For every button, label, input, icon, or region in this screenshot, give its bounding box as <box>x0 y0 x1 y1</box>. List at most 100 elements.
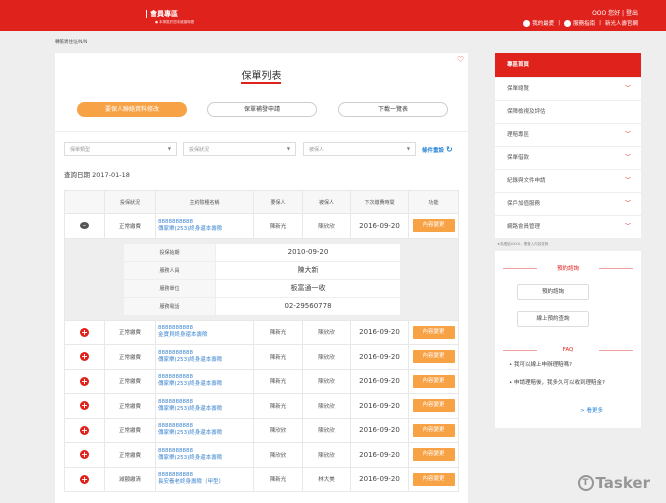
chevron-down-icon: ﹀ <box>624 223 631 230</box>
col-header-next-pay: 下次繳費時間 <box>350 190 409 214</box>
edit-content-button[interactable]: 內容變更 <box>412 448 455 462</box>
policy-name-link[interactable]: 8888888888 傳家樂(253)終身還本壽險 <box>155 344 254 370</box>
insured-cell: 陳欣欣 <box>302 368 351 394</box>
sidebar-note: ★為連結XXXX，需登入內容查詢 <box>497 242 549 246</box>
sidebar-item[interactable]: 理賠專區 ﹀ <box>495 124 641 146</box>
sidebar-item[interactable]: 保單借款 ﹀ <box>495 147 641 169</box>
edit-content-button[interactable]: 內容變更 <box>412 472 455 486</box>
holder-cell: 陳新光 <box>253 319 303 345</box>
expand-icon[interactable]: + <box>80 401 89 411</box>
policy-name: 金寶貝終身還本壽險 <box>158 332 208 339</box>
col-header <box>64 190 105 214</box>
insured-cell: 陳欣欣 <box>302 393 351 419</box>
logo[interactable] <box>55 8 135 22</box>
policy-name-link[interactable]: 8888888888 長安養老終身壽險（甲型） <box>155 466 254 492</box>
policy-name: 傳家樂(253)終身還本壽險 <box>158 225 223 232</box>
expand-icon[interactable]: + <box>80 450 89 460</box>
official-site-link[interactable]: 新光人壽官網 <box>605 19 638 27</box>
holder-cell: 陳新光 <box>253 213 303 239</box>
greeting: OOO 您好 <box>592 10 621 17</box>
detail-row: 投保始期 2010-09-20 服務人員 陳大新 服務單位 板富通一收 服務電話 02-… <box>64 237 459 321</box>
edit-content-button[interactable]: 內容變更 <box>412 350 455 364</box>
sidebar-item-label: 紀錄與文件申請 <box>507 178 546 184</box>
faq-item[interactable]: • 我可以線上申辦理賠嗎? <box>509 361 624 370</box>
edit-content-button[interactable]: 內容變更 <box>412 219 455 233</box>
col-header-holder: 要保人 <box>253 190 303 214</box>
watermark-logo: T Tasker <box>577 474 651 492</box>
insured-cell: 陳欣欣 <box>302 442 351 468</box>
sidebar-item[interactable]: 網路會員管理 ﹀ <box>495 216 641 238</box>
sidebar-item[interactable]: 保單總覽 ﹀ <box>495 78 641 100</box>
sidebar-item-label: 保單借款 <box>507 155 530 161</box>
table-row: + 正常繳費 8888888888 傳家樂(253)終身還本壽險 陳欣欣 陳欣欣 … <box>64 442 459 468</box>
detail-label: 服務單位 <box>123 278 216 298</box>
reset-filters-button[interactable]: 條件重設 ↻ <box>422 145 453 154</box>
next-pay-cell: 2016-09-20 <box>350 417 409 443</box>
user-area: OOO 您好 | 登出 <box>592 10 638 17</box>
policy-number: 8888888888 <box>158 218 193 225</box>
collapse-icon[interactable]: – <box>80 222 89 230</box>
logout-link[interactable]: 登出 <box>626 10 638 17</box>
service-guide-label: 服務指南 <box>573 21 596 27</box>
insured-cell: 陳欣欣 <box>302 319 351 345</box>
policy-number: 8888888888 <box>158 447 193 454</box>
favorites-link[interactable]: 我的最愛 <box>523 19 554 27</box>
sidebar-item[interactable]: 保戶加值服務 ﹀ <box>495 193 641 215</box>
booking-heading: 預約諮詢 <box>503 264 633 272</box>
insured-select[interactable]: 被保人 ▼ <box>303 142 416 156</box>
tasker-logo-icon: T <box>577 475 594 491</box>
policy-number: 8888888888 <box>158 349 193 356</box>
next-pay-cell: 2016-09-20 <box>350 442 409 468</box>
expand-icon[interactable]: + <box>80 352 89 362</box>
favorites-label: 我的最愛 <box>532 21 555 27</box>
chevron-down-icon: ﹀ <box>624 177 631 184</box>
refresh-icon: ↻ <box>445 145 453 154</box>
edit-contact-button[interactable]: 要保人聯絡資料修改 <box>77 102 187 117</box>
favorite-heart-icon[interactable]: ♡ <box>457 55 464 64</box>
booking-button[interactable]: 預約諮詢 <box>517 284 589 300</box>
policy-name-link[interactable]: 8888888888 傳家樂(253)終身還本壽險 <box>155 368 254 394</box>
section-title: 會員專區 <box>146 10 178 18</box>
policy-status-select[interactable]: 投保狀況 ▼ <box>183 142 296 156</box>
edit-content-button[interactable]: 內容變更 <box>412 374 455 388</box>
header-links: 我的最愛 | 服務指南 | 新光人壽官網 <box>523 19 638 27</box>
expand-icon[interactable]: + <box>80 425 89 435</box>
policy-name-link[interactable]: 8888888888 傳家樂(253)終身還本壽險 <box>155 393 254 419</box>
online-booking-query-button[interactable]: 線上預約查詢 <box>517 311 589 327</box>
insured-cell: 陳欣欣 <box>302 417 351 443</box>
col-header-status: 投保狀況 <box>104 190 156 214</box>
sidebar-item[interactable]: 保障檢視及評估 <box>495 101 641 123</box>
table-row: + 正常繳費 8888888888 傳家樂(253)終身還本壽險 陳新光 陳欣欣 … <box>64 368 459 394</box>
service-guide-link[interactable]: 服務指南 <box>564 19 595 27</box>
holder-cell: 陳新光 <box>253 368 303 394</box>
download-list-button[interactable]: 下載一覽表 <box>338 102 448 117</box>
expand-icon[interactable]: + <box>80 376 89 386</box>
next-pay-cell: 2016-09-20 <box>350 368 409 394</box>
edit-content-button[interactable]: 內容變更 <box>412 325 455 339</box>
policy-name-link[interactable]: 8888888888 傳家樂(253)終身還本壽險 <box>155 213 254 239</box>
title-underline <box>241 82 281 84</box>
faq-text: 我可以線上申辦理賠嗎? <box>514 362 572 368</box>
policy-type-select[interactable]: 保單類型 ▼ <box>64 142 177 156</box>
status-cell: 減額繳清 <box>104 466 156 492</box>
next-pay-cell: 2016-09-20 <box>350 213 409 239</box>
sidebar-item-label: 保戶加值服務 <box>507 201 541 207</box>
insured-cell: 林大美 <box>302 466 351 492</box>
policy-name-link[interactable]: 8888888888 傳家樂(253)終身還本壽險 <box>155 417 254 443</box>
sidebar: 專區首頁 保單總覽 ﹀ 保障檢視及評估 理賠專區 ﹀ 保單借款 ﹀ 紀錄與文件申請 ﹀ 保戶加值服… <box>495 53 641 428</box>
table-row: + 正常繳費 8888888888 傳家樂(253)終身還本壽險 陳新光 陳欣欣 … <box>64 344 459 370</box>
watermark-text: Tasker <box>595 474 651 492</box>
expand-icon[interactable]: + <box>80 474 89 484</box>
policy-name-link[interactable]: 8888888888 傳家樂(253)終身還本壽險 <box>155 442 254 468</box>
policy-table: 投保狀況 主約險種名稱 要保人 被保人 下次繳費時間 功能 – 正常繳費 888… <box>64 190 459 492</box>
reissue-policy-button[interactable]: 保單補發申請 <box>207 102 317 117</box>
policy-name-link[interactable]: 8888888888 金寶貝終身還本壽險 <box>155 319 254 345</box>
faq-item[interactable]: • 申請理賠後，我多久可以收到理賠金? <box>509 379 624 388</box>
see-more-link[interactable]: > 看更多 <box>580 406 603 414</box>
edit-content-button[interactable]: 內容變更 <box>412 423 455 437</box>
sidebar-home[interactable]: 專區首頁 <box>495 53 641 77</box>
edit-content-button[interactable]: 內容變更 <box>412 399 455 413</box>
sidebar-item[interactable]: 紀錄與文件申請 ﹀ <box>495 170 641 192</box>
expand-icon[interactable]: + <box>80 327 89 337</box>
col-header-name: 主約險種名稱 <box>155 190 254 214</box>
